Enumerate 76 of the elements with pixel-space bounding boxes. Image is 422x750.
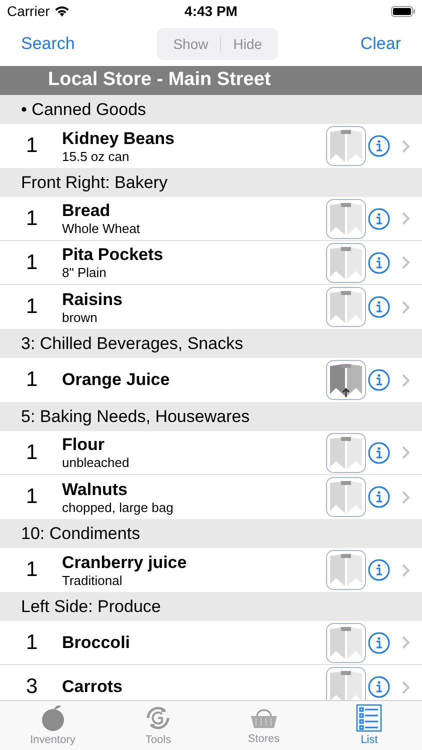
- apple-icon: [40, 704, 66, 732]
- quantity-label: 1: [26, 440, 39, 466]
- chevron-icon: [402, 374, 410, 386]
- door-icon[interactable]: [326, 198, 366, 238]
- info-icon[interactable]: [368, 369, 390, 391]
- chevron-icon: [402, 636, 410, 649]
- quantity-label: 1: [26, 294, 39, 320]
- door-icon[interactable]: [326, 432, 366, 472]
- info-icon[interactable]: [368, 632, 390, 654]
- chevron-icon: [402, 446, 410, 459]
- wifi-icon: [54, 5, 70, 17]
- tab-bar-item[interactable]: Stores: [211, 701, 316, 750]
- door-icon[interactable]: [326, 287, 366, 327]
- item-name: Pita Pockets: [62, 245, 164, 265]
- quantity-label: 1: [26, 367, 39, 394]
- item-name: Bread: [62, 201, 112, 221]
- item-name: Walnuts: [62, 480, 128, 500]
- section-header: 5: Baking Needs, Housewares: [0, 402, 422, 431]
- tab-bar-item[interactable]: Inventory: [0, 701, 106, 750]
- chevron-icon: [402, 140, 410, 152]
- clear-button[interactable]: Clear: [360, 31, 401, 57]
- section-header: • Canned Goods: [0, 95, 422, 124]
- chevron-icon: [402, 300, 410, 314]
- item-name: Raisins: [62, 290, 124, 310]
- store-header: Local Store - Main Street: [0, 66, 422, 95]
- quantity-label: 1: [26, 206, 39, 232]
- item-note: Traditional: [62, 572, 124, 588]
- section-header: 3: Chilled Beverages, Snacks: [0, 329, 422, 358]
- clock-time: 4:43 PM: [184, 2, 238, 20]
- battery-icon: [391, 6, 415, 16]
- door-icon[interactable]: [326, 360, 366, 400]
- door-icon[interactable]: [326, 622, 366, 662]
- info-icon[interactable]: [368, 676, 390, 698]
- item-name: Orange Juice: [62, 370, 171, 390]
- carrier-label: Carrier: [7, 2, 50, 20]
- info-icon[interactable]: [368, 442, 390, 464]
- info-icon[interactable]: [368, 486, 390, 508]
- door-icon[interactable]: [326, 550, 366, 590]
- item-name: Flour: [62, 435, 106, 455]
- section-header: Left Side: Produce: [0, 592, 422, 621]
- door-icon[interactable]: [326, 667, 366, 700]
- chevron-icon: [402, 680, 410, 694]
- door-icon[interactable]: [326, 126, 366, 166]
- item-note: brown: [62, 310, 98, 324]
- item-note: 8" Plain: [62, 265, 108, 280]
- chevron-icon: [402, 564, 410, 576]
- chevron-icon: [402, 490, 410, 504]
- info-icon[interactable]: [368, 135, 390, 157]
- info-icon[interactable]: [368, 252, 390, 274]
- item-note: chopped, large bag: [62, 500, 174, 514]
- chevron-icon: [402, 212, 410, 225]
- door-icon[interactable]: [326, 477, 366, 517]
- search-button[interactable]: Search: [21, 31, 75, 57]
- quantity-label: 1: [26, 630, 39, 656]
- info-icon[interactable]: [368, 208, 390, 230]
- item-name: Kidney Beans: [62, 128, 176, 148]
- section-header: Front Right: Bakery: [0, 168, 422, 197]
- quantity-label: 1: [26, 250, 39, 276]
- quantity-label: 1: [26, 133, 39, 160]
- item-name: Cranberry juice: [62, 552, 188, 572]
- checklist-icon: [356, 704, 382, 732]
- tab-bar-item[interactable]: List: [316, 701, 422, 750]
- chevron-icon: [402, 256, 410, 269]
- item-note: Whole Wheat: [62, 221, 142, 236]
- info-icon[interactable]: [368, 559, 390, 581]
- info-icon[interactable]: [368, 296, 390, 318]
- door-icon[interactable]: [326, 242, 366, 282]
- item-name: Carrots: [62, 677, 124, 697]
- quantity-label: 1: [26, 557, 39, 584]
- item-note: unbleached: [62, 455, 130, 470]
- section-header: 10: Condiments: [0, 519, 422, 548]
- quantity-label: 3: [26, 674, 39, 700]
- tab-bar-item[interactable]: Tools: [106, 701, 211, 750]
- item-name: Broccoli: [62, 632, 132, 652]
- quantity-label: 1: [26, 484, 39, 510]
- item-note: 15.5 oz can: [62, 148, 130, 164]
